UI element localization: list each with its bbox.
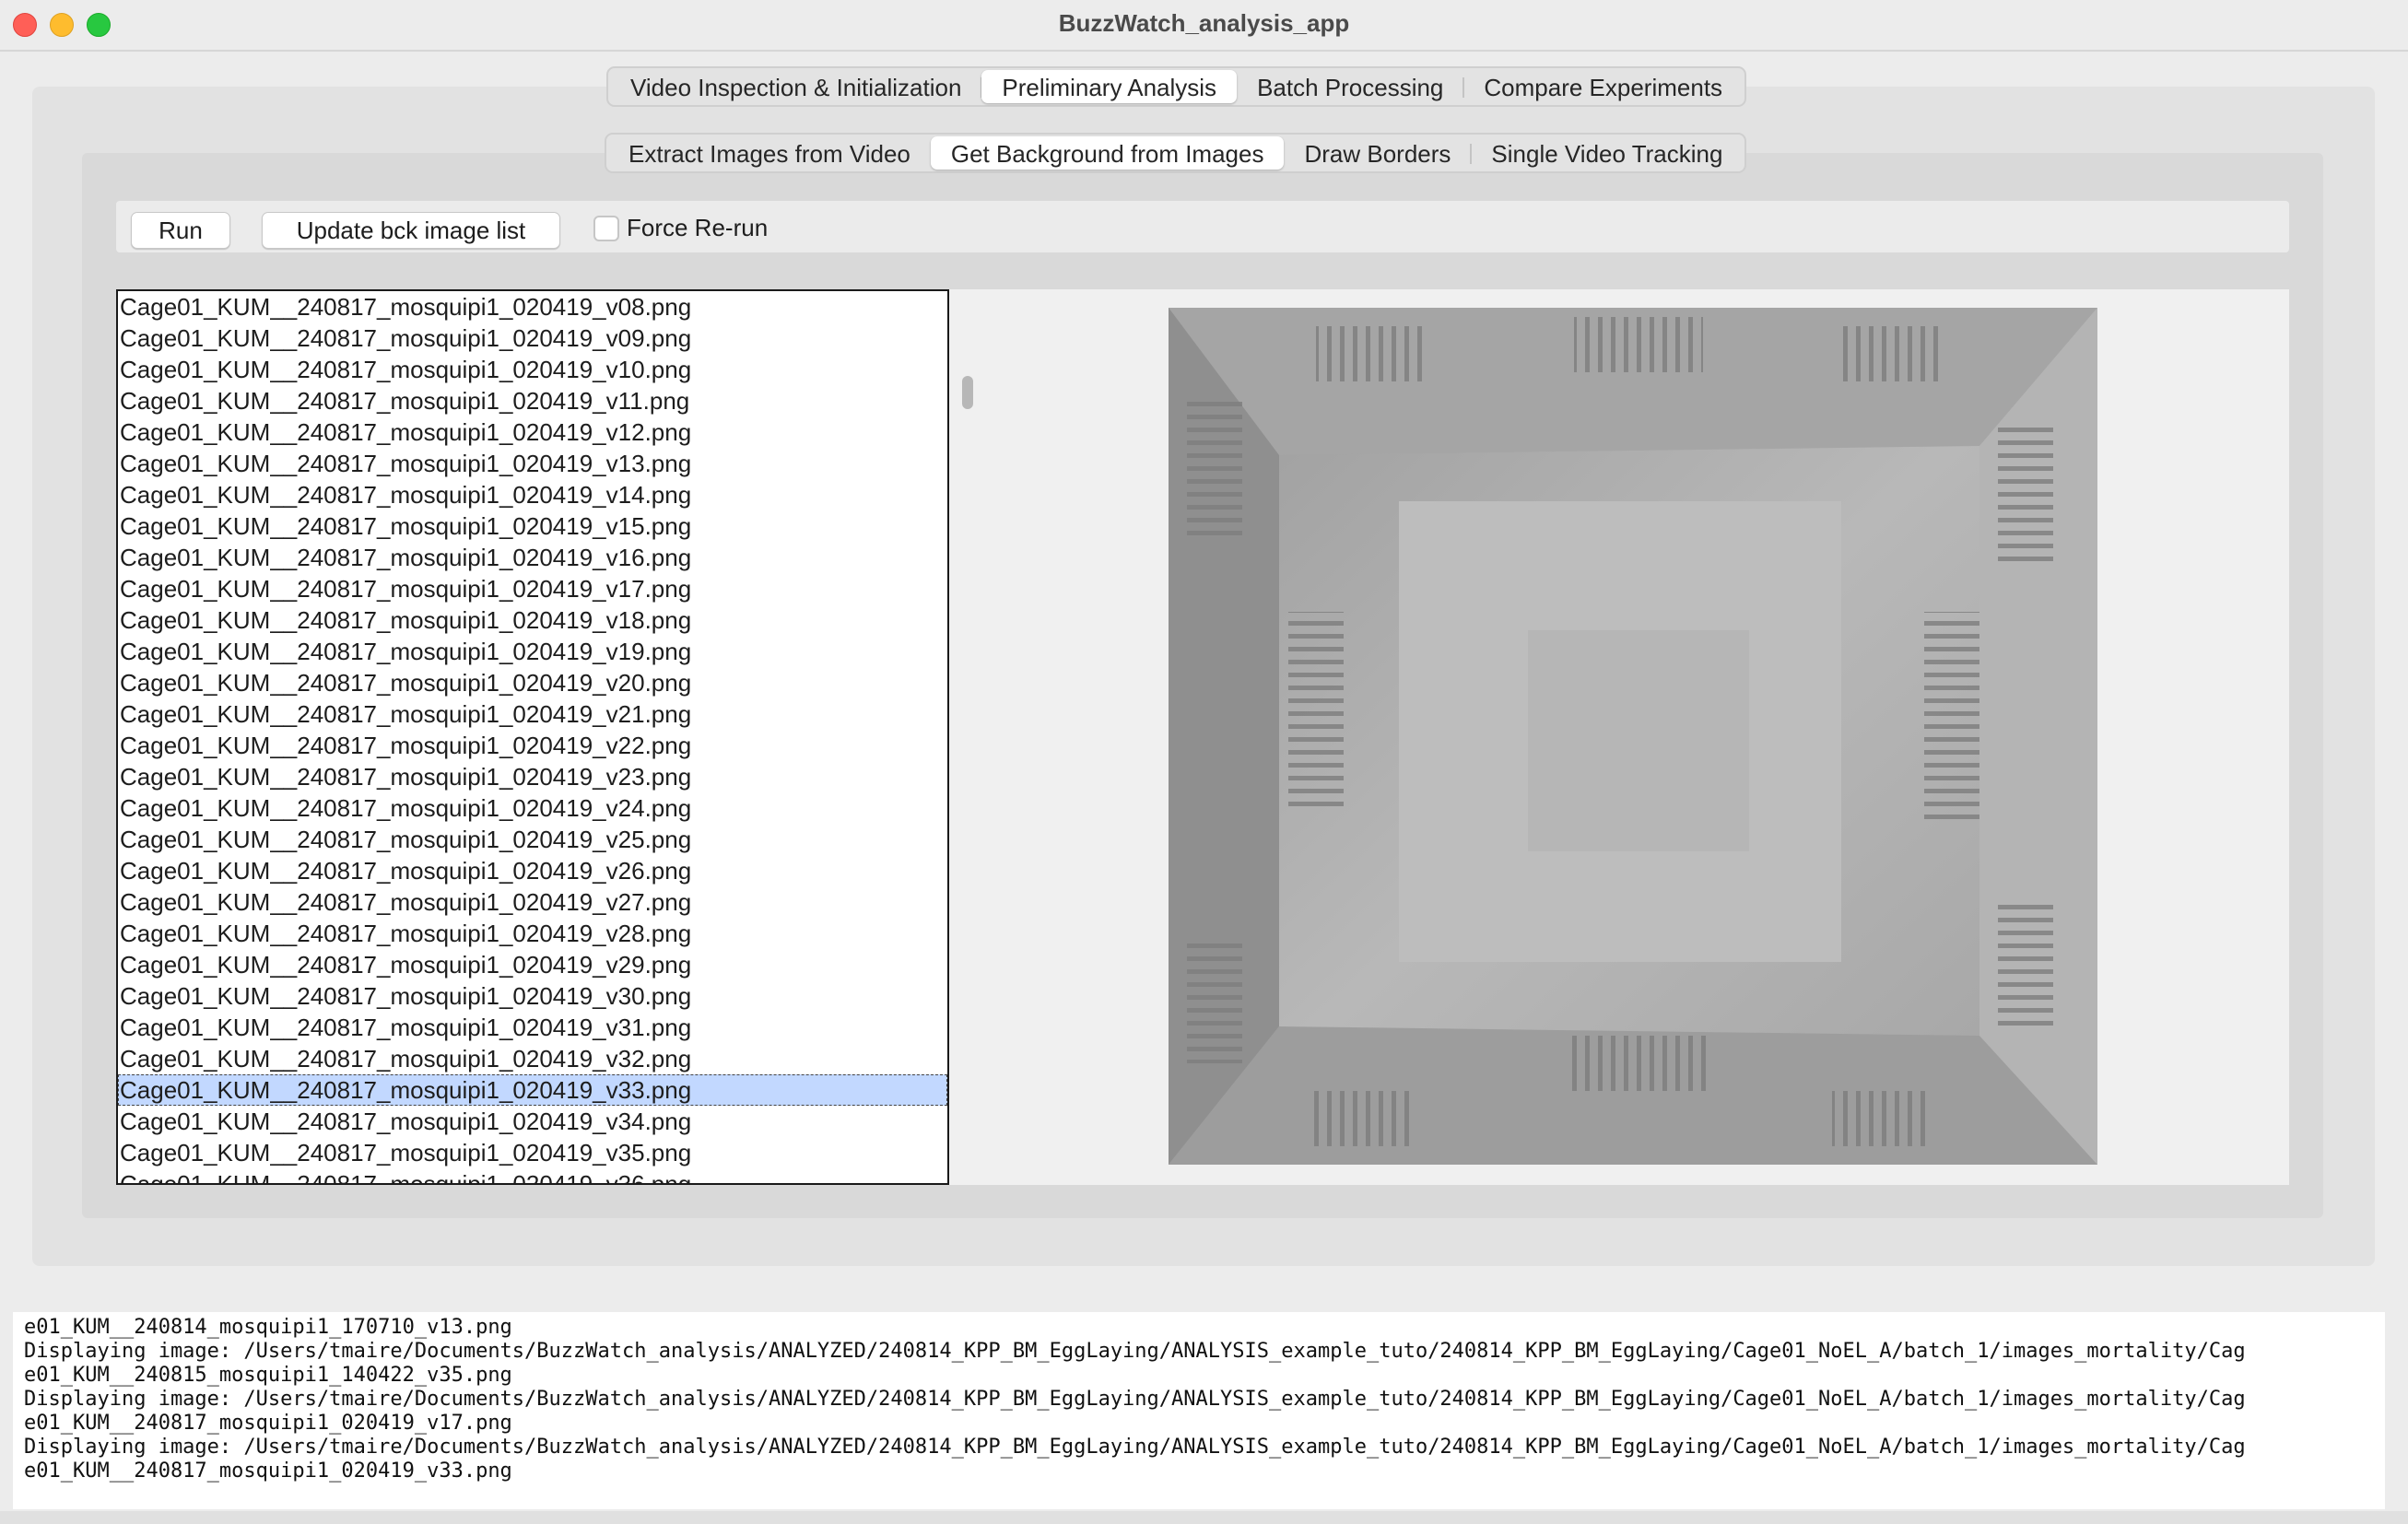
- list-item[interactable]: Cage01_KUM__240817_mosquipi1_020419_v15.…: [118, 510, 947, 542]
- list-item[interactable]: Cage01_KUM__240817_mosquipi1_020419_v13.…: [118, 448, 947, 479]
- background-image-preview: [1169, 308, 2097, 1165]
- scrollbar-thumb[interactable]: [962, 376, 973, 409]
- list-item[interactable]: Cage01_KUM__240817_mosquipi1_020419_v10.…: [118, 354, 947, 385]
- list-item[interactable]: Cage01_KUM__240817_mosquipi1_020419_v17.…: [118, 573, 947, 604]
- force-rerun-label: Force Re-run: [627, 214, 769, 241]
- list-item[interactable]: Cage01_KUM__240817_mosquipi1_020419_v36.…: [118, 1168, 947, 1183]
- tab-video-inspection[interactable]: Video Inspection & Initialization: [610, 70, 983, 103]
- log-line: Displaying image: /Users/tmaire/Document…: [24, 1340, 2246, 1363]
- list-item[interactable]: Cage01_KUM__240817_mosquipi1_020419_v33.…: [118, 1074, 947, 1106]
- tab-compare-experiments[interactable]: Compare Experiments: [1463, 70, 1743, 103]
- list-item[interactable]: Cage01_KUM__240817_mosquipi1_020419_v11.…: [118, 385, 947, 416]
- tab-single-video-tracking[interactable]: Single Video Tracking: [1471, 136, 1743, 170]
- toolbar: Run Update bck image list Force Re-run: [116, 201, 2289, 252]
- title-bar: BuzzWatch_analysis_app: [0, 0, 2408, 52]
- list-item[interactable]: Cage01_KUM__240817_mosquipi1_020419_v14.…: [118, 479, 947, 510]
- list-item[interactable]: Cage01_KUM__240817_mosquipi1_020419_v22.…: [118, 730, 947, 761]
- list-item[interactable]: Cage01_KUM__240817_mosquipi1_020419_v30.…: [118, 980, 947, 1012]
- window-title: BuzzWatch_analysis_app: [1058, 9, 1350, 37]
- list-scrollbar[interactable]: [953, 289, 981, 1185]
- list-item[interactable]: Cage01_KUM__240817_mosquipi1_020419_v24.…: [118, 792, 947, 824]
- list-item[interactable]: Cage01_KUM__240817_mosquipi1_020419_v12.…: [118, 416, 947, 448]
- sub-tab-bar: Extract Images from Video Get Background…: [605, 133, 1747, 173]
- list-item[interactable]: Cage01_KUM__240817_mosquipi1_020419_v08.…: [118, 291, 947, 322]
- list-item[interactable]: Cage01_KUM__240817_mosquipi1_020419_v31.…: [118, 1012, 947, 1043]
- list-item[interactable]: Cage01_KUM__240817_mosquipi1_020419_v32.…: [118, 1043, 947, 1074]
- cage-background-image: [1169, 308, 2097, 1165]
- background-image-list[interactable]: Cage01_KUM__240817_mosquipi1_020419_v08.…: [116, 289, 949, 1185]
- list-item[interactable]: Cage01_KUM__240817_mosquipi1_020419_v35.…: [118, 1137, 947, 1168]
- list-item[interactable]: Cage01_KUM__240817_mosquipi1_020419_v19.…: [118, 636, 947, 667]
- content-area: Cage01_KUM__240817_mosquipi1_020419_v08.…: [116, 289, 2289, 1185]
- bottom-strip: [0, 1511, 2408, 1524]
- list-item[interactable]: Cage01_KUM__240817_mosquipi1_020419_v26.…: [118, 855, 947, 886]
- list-item[interactable]: Cage01_KUM__240817_mosquipi1_020419_v23.…: [118, 761, 947, 792]
- log-line: e01_KUM__240815_mosquipi1_140422_v35.png: [24, 1364, 512, 1387]
- list-item[interactable]: Cage01_KUM__240817_mosquipi1_020419_v16.…: [118, 542, 947, 573]
- force-rerun-checkbox[interactable]: [593, 216, 619, 241]
- list-item[interactable]: Cage01_KUM__240817_mosquipi1_020419_v21.…: [118, 698, 947, 730]
- tab-batch-processing[interactable]: Batch Processing: [1237, 70, 1465, 103]
- list-item[interactable]: Cage01_KUM__240817_mosquipi1_020419_v27.…: [118, 886, 947, 918]
- main-tab-bar: Video Inspection & Initialization Prelim…: [606, 66, 1747, 107]
- tab-draw-borders[interactable]: Draw Borders: [1284, 136, 1473, 170]
- tab-preliminary-analysis[interactable]: Preliminary Analysis: [981, 70, 1238, 103]
- tab-get-background[interactable]: Get Background from Images: [930, 136, 1285, 170]
- log-line: e01_KUM__240817_mosquipi1_020419_v17.png: [24, 1412, 512, 1435]
- log-line: Displaying image: /Users/tmaire/Document…: [24, 1436, 2246, 1459]
- list-item[interactable]: Cage01_KUM__240817_mosquipi1_020419_v09.…: [118, 322, 947, 354]
- log-line: Displaying image: /Users/tmaire/Document…: [24, 1388, 2246, 1411]
- tab-extract-images[interactable]: Extract Images from Video: [608, 136, 931, 170]
- update-bck-image-list-button[interactable]: Update bck image list: [262, 212, 560, 249]
- list-item[interactable]: Cage01_KUM__240817_mosquipi1_020419_v18.…: [118, 604, 947, 636]
- list-item[interactable]: Cage01_KUM__240817_mosquipi1_020419_v20.…: [118, 667, 947, 698]
- console-log[interactable]: e01_KUM__240814_mosquipi1_170710_v13.png…: [13, 1312, 2385, 1509]
- log-line: e01_KUM__240814_mosquipi1_170710_v13.png: [24, 1316, 512, 1339]
- list-item[interactable]: Cage01_KUM__240817_mosquipi1_020419_v29.…: [118, 949, 947, 980]
- list-item[interactable]: Cage01_KUM__240817_mosquipi1_020419_v28.…: [118, 918, 947, 949]
- list-item[interactable]: Cage01_KUM__240817_mosquipi1_020419_v25.…: [118, 824, 947, 855]
- list-item[interactable]: Cage01_KUM__240817_mosquipi1_020419_v34.…: [118, 1106, 947, 1137]
- run-button[interactable]: Run: [131, 212, 230, 249]
- log-line: e01_KUM__240817_mosquipi1_020419_v33.png: [24, 1460, 512, 1483]
